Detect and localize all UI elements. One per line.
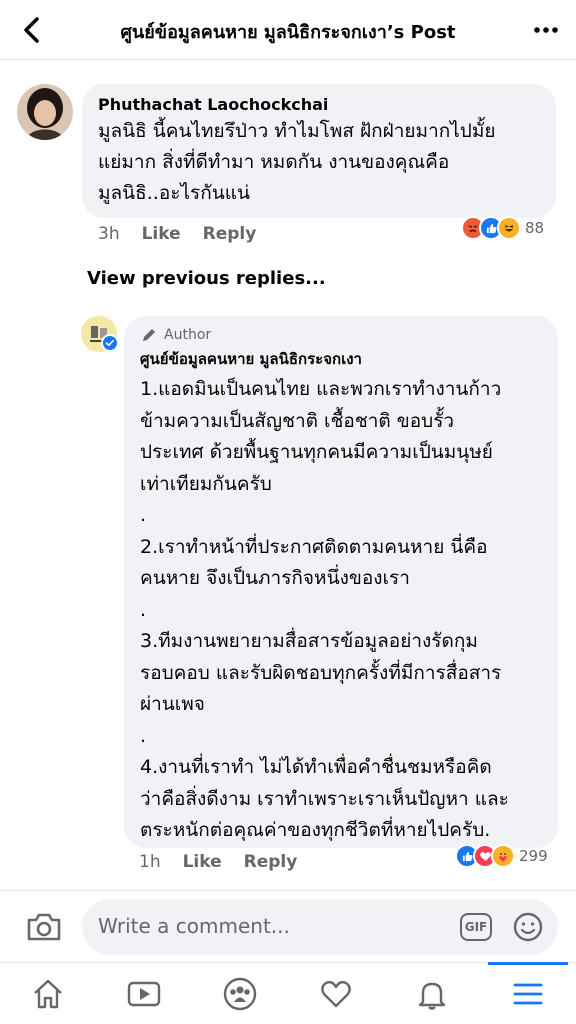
comment-timestamp: 3h bbox=[98, 224, 120, 244]
more-options-icon[interactable] bbox=[530, 14, 562, 46]
reply-button[interactable]: Reply bbox=[203, 224, 257, 244]
page-title: ศูนย์ข้อมูลคนหาย มูลนิธิกระจกเงา’s Post bbox=[120, 22, 456, 43]
emoji-icon[interactable] bbox=[512, 911, 544, 943]
comment-composer: Write a comment... GIF bbox=[0, 897, 576, 959]
top-bar: ศูนย์ข้อมูลคนหาย มูลนิธิกระจกเงา’s Post bbox=[0, 0, 576, 60]
comment-input-placeholder: Write a comment... bbox=[98, 914, 290, 938]
like-button[interactable]: Like bbox=[183, 852, 222, 872]
comment-actions: 3h Like Reply bbox=[98, 224, 278, 244]
verified-badge-icon bbox=[101, 334, 119, 352]
notifications-bell-icon bbox=[418, 982, 446, 1010]
commenter-avatar[interactable] bbox=[17, 84, 73, 140]
reaction-count: 299 bbox=[519, 847, 548, 865]
reply-reactions[interactable]: 299 bbox=[455, 844, 548, 868]
tab-groups[interactable] bbox=[192, 963, 288, 1024]
tab-dating[interactable] bbox=[288, 963, 384, 1024]
commenter-name[interactable]: Phuthachat Laochockchai bbox=[98, 94, 540, 116]
haha-reaction-icon bbox=[497, 216, 521, 240]
reaction-count: 88 bbox=[525, 219, 545, 237]
reply-timestamp: 1h bbox=[139, 852, 161, 872]
pencil-icon bbox=[143, 329, 155, 341]
tab-menu[interactable] bbox=[480, 962, 576, 1024]
dating-heart-icon bbox=[321, 980, 351, 1007]
gif-button[interactable]: GIF bbox=[460, 913, 492, 941]
author-badge: Author bbox=[140, 326, 542, 344]
back-arrow-icon[interactable] bbox=[14, 12, 50, 48]
menu-icon bbox=[513, 983, 543, 1004]
like-button[interactable]: Like bbox=[142, 224, 181, 244]
comment-input[interactable]: Write a comment... GIF bbox=[82, 899, 558, 955]
groups-icon bbox=[223, 977, 257, 1010]
reply-text: 1.แอดมินเป็นคนไทย และพวกเราทำงานก้าว ข้า… bbox=[140, 378, 509, 841]
view-previous-replies-link[interactable]: View previous replies... bbox=[87, 268, 326, 289]
watch-icon bbox=[127, 981, 161, 1006]
tab-watch[interactable] bbox=[96, 963, 192, 1024]
reply-actions: 1h Like Reply bbox=[139, 852, 319, 872]
care-reaction-icon bbox=[491, 844, 515, 868]
tab-home[interactable] bbox=[0, 963, 96, 1024]
comment-reactions[interactable]: 88 bbox=[461, 216, 544, 240]
tab-notifications[interactable] bbox=[384, 963, 480, 1024]
comment-text: มูลนิธิ นี้คนไทยรึป่าว ทำไมโพส ฝักฝ่ายมา… bbox=[98, 120, 496, 204]
comment-bubble: Phuthachat Laochockchai มูลนิธิ นี้คนไทย… bbox=[82, 84, 556, 218]
reply-author-name[interactable]: ศูนย์ข้อมูลคนหาย มูลนิธิกระจกเงา bbox=[140, 348, 542, 370]
author-badge-label: Author bbox=[164, 327, 212, 343]
reply-button[interactable]: Reply bbox=[244, 852, 298, 872]
camera-icon[interactable] bbox=[24, 907, 64, 947]
divider bbox=[0, 890, 576, 891]
reply-bubble: Author ศูนย์ข้อมูลคนหาย มูลนิธิกระจกเงา … bbox=[124, 316, 558, 848]
home-icon bbox=[34, 979, 62, 1008]
bottom-tab-bar bbox=[0, 962, 576, 1024]
